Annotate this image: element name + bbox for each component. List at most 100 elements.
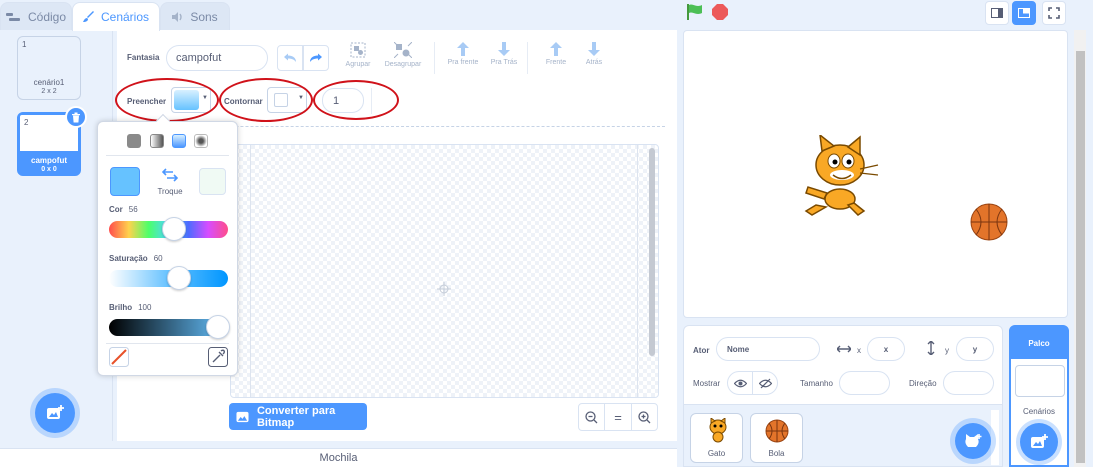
- size-label: Tamanho: [800, 379, 833, 388]
- zoom-in-icon: [638, 410, 651, 423]
- paintbrush-icon: [82, 11, 94, 22]
- basketball-sprite-icon: [970, 203, 1008, 241]
- ungroup-icon: [394, 42, 412, 58]
- delete-costume-button[interactable]: [65, 106, 87, 128]
- tab-code-label: Código: [27, 9, 67, 24]
- primary-color-swatch[interactable]: [110, 167, 140, 196]
- vertical-arrows-icon: [927, 341, 935, 355]
- toolbar-divider: [434, 42, 435, 74]
- image-icon: [236, 411, 249, 422]
- zoom-reset-label: =: [614, 409, 622, 425]
- add-backdrop-button[interactable]: [1020, 423, 1058, 461]
- annotation-ellipse-stroke: [219, 78, 313, 122]
- zoom-controls: =: [578, 403, 658, 431]
- add-costume-button[interactable]: [35, 393, 75, 433]
- sprite-tile-gato[interactable]: Gato: [690, 413, 743, 463]
- fullscreen-icon: [1048, 7, 1060, 19]
- ungroup-button[interactable]: Desagrupar: [379, 42, 427, 76]
- show-sprite-button[interactable]: [727, 371, 753, 395]
- redo-icon: [310, 53, 322, 62]
- sprite-name: Gato: [707, 449, 726, 458]
- tab-costumes-label: Cenários: [100, 10, 150, 24]
- costume-name: cenário1: [33, 78, 65, 87]
- radial-gradient-button[interactable]: [194, 134, 208, 148]
- saturation-value: 60: [153, 254, 163, 263]
- no-color-icon[interactable]: [109, 347, 129, 367]
- fullscreen-button[interactable]: [1042, 1, 1066, 25]
- sprite-tile-bola[interactable]: Bola: [750, 413, 803, 463]
- brightness-value: 100: [138, 303, 152, 312]
- annotation-ellipse-fill: [115, 78, 219, 122]
- sprite-list-scrollbar[interactable]: [991, 410, 999, 465]
- add-sprite-button[interactable]: [955, 423, 991, 459]
- brightness-slider-label: Brilho 100: [109, 303, 152, 312]
- direction-input[interactable]: [943, 371, 994, 395]
- costume-name-value: campofut: [176, 52, 222, 64]
- toolbar-divider: [527, 42, 528, 74]
- y-label: y: [945, 346, 949, 355]
- horizontal-gradient-button[interactable]: [150, 134, 164, 148]
- normal-stage-button[interactable]: [1012, 1, 1036, 25]
- vertical-gradient-button[interactable]: [172, 134, 186, 148]
- saturation-slider-label: Saturação 60: [109, 254, 163, 263]
- costume-name-input[interactable]: campofut: [166, 45, 268, 71]
- show-label: Mostrar: [693, 379, 721, 388]
- front-label: Frente: [545, 59, 567, 66]
- saturation-slider-handle[interactable]: [167, 266, 191, 290]
- x-placeholder: x: [883, 344, 889, 354]
- costume-item-1[interactable]: 1 cenário1 2 x 2: [17, 36, 81, 100]
- sprite-name: Bola: [768, 449, 785, 458]
- fill-color-popover: Troque Cor 56 Saturação 60 Brilho 100: [97, 113, 238, 376]
- group-label: Agrupar: [345, 61, 371, 68]
- backpack-label: Mochila: [319, 452, 358, 464]
- brightness-slider-handle[interactable]: [206, 315, 230, 339]
- y-input[interactable]: y: [956, 337, 994, 361]
- zoom-reset-button[interactable]: =: [605, 404, 632, 430]
- color-slider-handle[interactable]: [162, 217, 186, 241]
- zoom-out-button[interactable]: [579, 404, 606, 430]
- swap-colors-button[interactable]: Troque: [153, 168, 187, 196]
- backward-button[interactable]: Pra Trás: [480, 42, 528, 76]
- popover-divider: [106, 155, 229, 156]
- speaker-icon: [172, 11, 183, 22]
- tab-sounds[interactable]: Sons: [160, 2, 230, 30]
- add-image-icon: [47, 405, 64, 419]
- stop-icon[interactable]: [711, 3, 729, 21]
- canvas-bounds: [250, 145, 638, 397]
- solid-fill-button[interactable]: [127, 134, 141, 148]
- swap-icon: [161, 168, 179, 182]
- arrow-bottom-icon: [588, 42, 600, 56]
- code-blocks-icon: [5, 12, 20, 21]
- sprite-name-input[interactable]: Nome: [716, 337, 820, 361]
- small-stage-button[interactable]: [985, 1, 1009, 25]
- hide-sprite-button[interactable]: [752, 371, 778, 395]
- undo-button[interactable]: [277, 45, 303, 71]
- small-stage-icon: [991, 8, 1003, 18]
- backpack-bar[interactable]: Mochila: [0, 448, 677, 467]
- canvas-scrollbar[interactable]: [649, 148, 655, 356]
- zoom-in-button[interactable]: [632, 404, 657, 430]
- sprite-label: Ator: [693, 346, 710, 355]
- back-button[interactable]: Atrás: [570, 42, 618, 76]
- redo-button[interactable]: [303, 45, 329, 71]
- sprite-info-panel: Ator Nome x x y y Mostrar Tamanho Direçã…: [683, 325, 1003, 405]
- tab-sounds-label: Sons: [190, 9, 218, 24]
- backdrops-label: Cenários: [1022, 407, 1055, 416]
- convert-bitmap-button[interactable]: Converter para Bitmap: [229, 403, 367, 430]
- x-label: x: [857, 346, 861, 355]
- tab-code[interactable]: Código: [0, 2, 72, 30]
- page-scrollbar-thumb[interactable]: [1076, 51, 1085, 463]
- cat-thumbnail-icon: [709, 418, 727, 443]
- stage-thumbnail: [1015, 365, 1065, 397]
- secondary-color-swatch[interactable]: [199, 168, 226, 195]
- tab-costumes[interactable]: Cenários: [72, 2, 160, 31]
- green-flag-icon[interactable]: [686, 3, 704, 21]
- stage-panel-header: Palco: [1011, 327, 1067, 359]
- group-button[interactable]: Agrupar: [334, 42, 382, 76]
- size-input[interactable]: [839, 371, 890, 395]
- eyedropper-icon[interactable]: [208, 347, 228, 367]
- stage-selector-panel[interactable]: Palco Cenários: [1009, 325, 1069, 467]
- costume-name-label: Fantasia: [127, 53, 160, 62]
- costume-number: 1: [22, 40, 27, 49]
- x-input[interactable]: x: [867, 337, 905, 361]
